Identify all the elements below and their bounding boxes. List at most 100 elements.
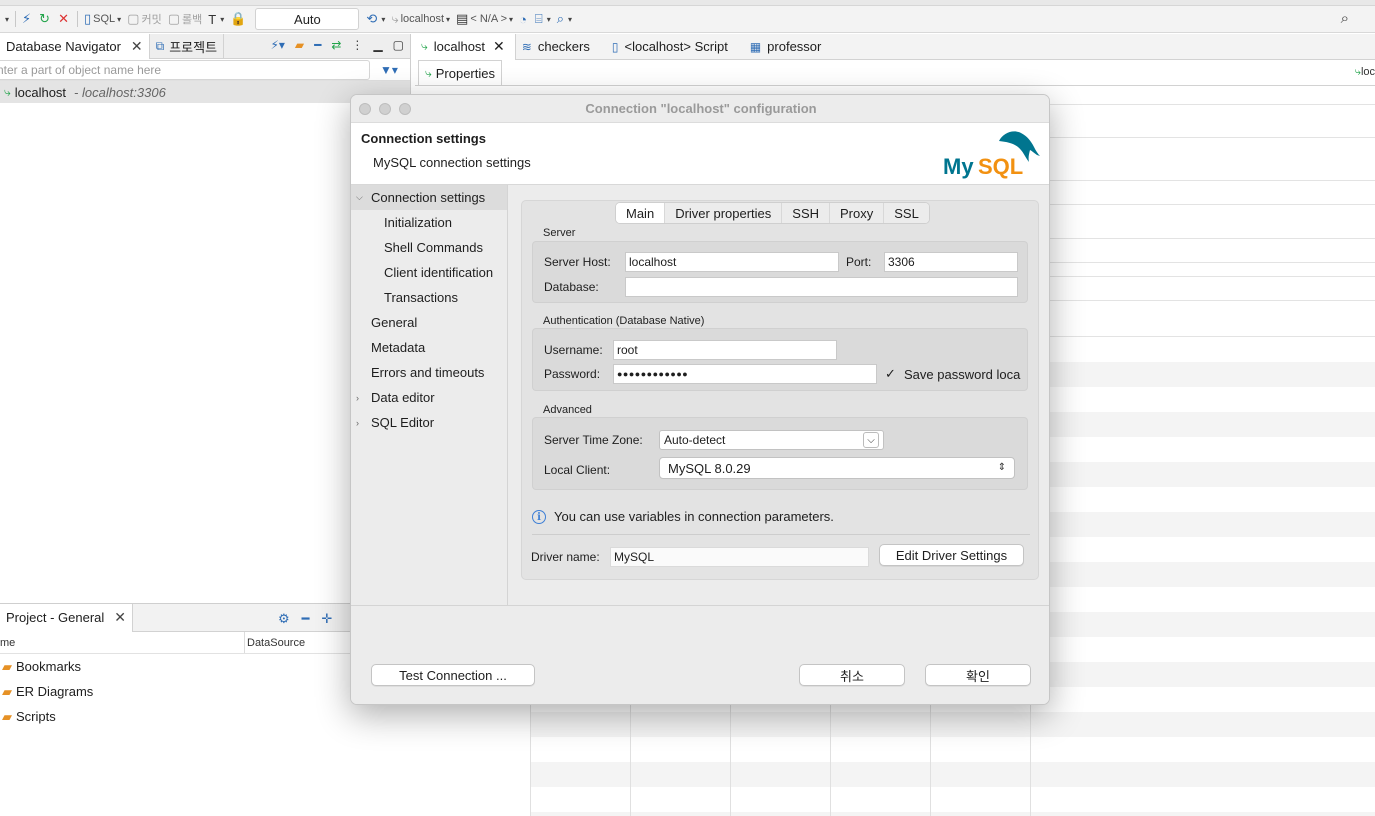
- minimize-icon[interactable]: ▁: [373, 38, 382, 52]
- nav-shell-commands[interactable]: Shell Commands: [351, 235, 507, 260]
- port-input[interactable]: 3306: [884, 252, 1018, 272]
- tab-main[interactable]: Main: [616, 203, 666, 223]
- tab-driver-properties[interactable]: Driver properties: [665, 203, 783, 223]
- add-icon[interactable]: ✛: [321, 611, 332, 627]
- close-icon[interactable]: ✕: [114, 609, 126, 626]
- connection-tree-item[interactable]: ⤷ localhost - localhost:3306: [0, 81, 410, 103]
- search-tools-button[interactable]: ⌕ ▾: [554, 6, 575, 32]
- disconnect-button[interactable]: ✕: [55, 6, 74, 32]
- edit-driver-settings-button[interactable]: Edit Driver Settings: [879, 544, 1024, 566]
- cancel-button[interactable]: 취소: [799, 664, 905, 686]
- tab-label: Properties: [435, 65, 495, 81]
- link-editor-icon[interactable]: ⇄: [331, 38, 341, 52]
- nav-initialization[interactable]: Initialization: [351, 210, 507, 235]
- new-connection-icon[interactable]: ⚡▾: [270, 38, 284, 52]
- active-connection-selector[interactable]: ⤷ localhost ▾: [388, 6, 453, 32]
- up-down-chevron-icon: ⇕: [997, 462, 1007, 473]
- tab-properties[interactable]: ⤷ Properties: [418, 60, 502, 85]
- chevron-down-icon[interactable]: ⌵: [356, 192, 363, 203]
- test-connection-button[interactable]: Test Connection ...: [371, 664, 535, 686]
- ok-button[interactable]: 확인: [925, 664, 1031, 686]
- nav-errors-and-timeouts[interactable]: Errors and timeouts: [351, 360, 507, 385]
- chevron-right-icon[interactable]: ›: [356, 418, 359, 428]
- close-icon[interactable]: ✕: [131, 38, 143, 55]
- tab-proxy[interactable]: Proxy: [830, 203, 885, 223]
- save-password-checkbox[interactable]: ✓: [885, 366, 896, 382]
- username-input[interactable]: root: [613, 340, 837, 360]
- tab-ssh[interactable]: SSH: [782, 203, 831, 223]
- tab-database-navigator[interactable]: Database Navigator ✕: [0, 33, 150, 59]
- column-datasource[interactable]: DataSource: [245, 637, 305, 649]
- dialog-footer: Test Connection ... 취소 확인: [351, 605, 1049, 704]
- main-settings-panel: Main Driver properties SSH Proxy SSL Ser…: [521, 200, 1039, 580]
- connect-button[interactable]: ⚡: [19, 6, 36, 32]
- item-label: Bookmarks: [16, 659, 82, 674]
- refresh-plug-icon: ↻: [39, 11, 51, 26]
- sql-label: SQL: [93, 13, 116, 25]
- rollback-icon: ▢: [167, 11, 180, 26]
- driver-name-input[interactable]: MySQL: [610, 547, 869, 567]
- object-filter-input[interactable]: nter a part of object name here: [0, 59, 370, 80]
- local-client-select[interactable]: MySQL 8.0.29 ⇕: [659, 457, 1015, 479]
- active-schema-selector[interactable]: ▤ < N/A > ▾: [453, 6, 516, 32]
- connection-indicator: ⤷loc: [1354, 66, 1375, 78]
- nav-general[interactable]: General: [351, 310, 507, 335]
- chevron-right-icon[interactable]: ›: [356, 393, 359, 403]
- sql-script-icon: ▯: [611, 39, 619, 54]
- tab-projects[interactable]: ⧉ 프로젝트: [150, 33, 225, 59]
- nav-connection-settings[interactable]: ⌵ Connection settings: [351, 185, 507, 210]
- maximize-icon[interactable]: ▢: [393, 38, 404, 52]
- server-timezone-select[interactable]: Auto-detect ⌵: [659, 430, 884, 450]
- network-button[interactable]: ⌸ ▾: [532, 6, 554, 32]
- rollback-button[interactable]: ▢ 롤백: [165, 6, 206, 32]
- nav-client-identification[interactable]: Client identification: [351, 260, 507, 285]
- server-group-title: Server: [543, 227, 576, 239]
- nav-label: Transactions: [384, 290, 458, 305]
- collapse-all-icon[interactable]: ━: [314, 38, 321, 52]
- server-host-input[interactable]: localhost: [625, 252, 839, 272]
- global-search-icon[interactable]: ⌕: [1341, 10, 1349, 27]
- nav-data-editor[interactable]: › Data editor: [351, 385, 507, 410]
- nav-metadata[interactable]: Metadata: [351, 335, 507, 360]
- password-input[interactable]: ●●●●●●●●●●●●: [613, 364, 877, 384]
- nav-label: Connection settings: [371, 190, 486, 205]
- new-folder-icon[interactable]: ▰: [295, 38, 304, 52]
- tab-label: localhost: [433, 39, 486, 54]
- dialog-title: Connection "localhost" configuration: [585, 101, 817, 116]
- collapse-icon[interactable]: ━: [302, 611, 310, 627]
- database-input[interactable]: [625, 277, 1018, 297]
- tab-localhost[interactable]: ⤷ localhost ✕: [415, 33, 516, 60]
- header-title: Connection settings: [361, 131, 486, 146]
- server-group: Server Host: localhost Port: 3306 Databa…: [532, 241, 1028, 303]
- nav-label: General: [371, 315, 418, 330]
- transaction-mode-button[interactable]: T ▾: [205, 6, 227, 32]
- dashboard-button[interactable]: ◔: [516, 6, 532, 32]
- main-toolbar: ▾ ⚡ ↻ ✕ ▯ SQL ▾ ▢ 커밋 ▢ 롤백 T ▾ 🔒 Auto ⟲ ▾ ⤷ loca…: [0, 6, 1375, 33]
- dialog-titlebar: Connection "localhost" configuration: [351, 95, 1049, 123]
- tab-project-general[interactable]: Project - General ✕: [0, 603, 133, 632]
- grid-band: [530, 712, 1375, 737]
- username-label: Username:: [544, 343, 603, 357]
- sql-editor-button[interactable]: ▯ SQL ▾: [81, 6, 124, 32]
- reconnect-button[interactable]: ↻: [36, 6, 55, 32]
- tab-professor[interactable]: ▦ professor: [744, 34, 832, 60]
- lock-button[interactable]: 🔒: [227, 6, 251, 32]
- disconnect-icon: ✕: [58, 11, 69, 26]
- filter-icon[interactable]: ▼▾: [380, 63, 398, 77]
- auto-commit-mode[interactable]: Auto: [255, 8, 360, 30]
- tab-checkers[interactable]: ≋ checkers: [516, 34, 600, 60]
- toolbar-dropdown-arrow[interactable]: ▾: [0, 6, 12, 32]
- nav-sql-editor[interactable]: › SQL Editor: [351, 410, 507, 435]
- project-item-scripts[interactable]: ▰ Scripts: [0, 704, 411, 729]
- column-name[interactable]: me: [0, 632, 245, 653]
- history-button[interactable]: ⟲ ▾: [363, 6, 388, 32]
- tab-ssl[interactable]: SSL: [884, 203, 929, 223]
- close-icon[interactable]: ✕: [493, 38, 505, 55]
- toolbar-separator: [76, 11, 78, 27]
- gear-icon[interactable]: ⚙: [278, 611, 290, 627]
- view-menu-icon[interactable]: ⋮: [351, 38, 363, 52]
- commit-button[interactable]: ▢ 커밋: [124, 6, 165, 32]
- nav-transactions[interactable]: Transactions: [351, 285, 507, 310]
- tab-localhost-script[interactable]: ▯ <localhost> Script: [606, 34, 738, 60]
- nav-label: Data editor: [371, 390, 435, 405]
